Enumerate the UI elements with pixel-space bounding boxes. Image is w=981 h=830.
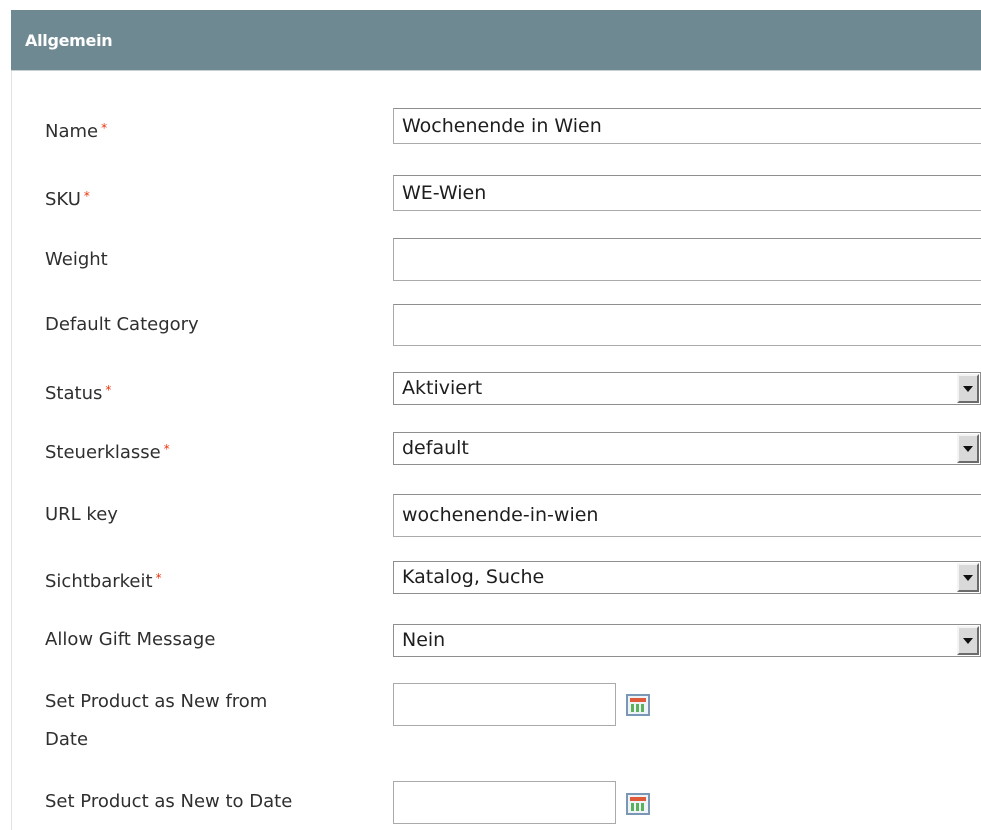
chevron-down-icon[interactable]: [957, 434, 979, 463]
visibility-select[interactable]: Katalog, Suche: [393, 561, 981, 594]
chevron-down-icon[interactable]: [957, 563, 979, 592]
status-label: Status *: [45, 375, 111, 409]
default-category-label-text: Default Category: [45, 314, 199, 335]
required-marker: *: [83, 189, 90, 203]
weight-label-text: Weight: [45, 249, 108, 270]
new-from-label-cont: Date: [45, 725, 88, 755]
weight-input[interactable]: [393, 238, 981, 281]
url-key-label-text: URL key: [45, 504, 118, 525]
calendar-icon[interactable]: [626, 694, 650, 716]
default-category-input[interactable]: [393, 304, 981, 346]
section-title: Allgemein: [25, 31, 113, 50]
visibility-label-text: Sichtbarkeit: [45, 571, 153, 592]
new-from-date-input[interactable]: [393, 683, 616, 726]
tax-class-select-value: default: [402, 437, 469, 459]
weight-label: Weight: [45, 245, 108, 275]
default-category-label: Default Category: [45, 310, 199, 340]
new-from-label-line2: Date: [45, 729, 89, 750]
name-label: Name *: [45, 113, 107, 147]
gift-message-select[interactable]: Nein: [393, 624, 981, 657]
tax-class-label-text: Steuerklasse: [45, 442, 161, 463]
url-key-label: URL key: [45, 500, 118, 530]
gift-message-select-value: Nein: [402, 629, 446, 651]
required-marker: *: [155, 571, 162, 585]
calendar-icon[interactable]: [626, 793, 650, 815]
required-marker: *: [101, 121, 108, 135]
url-key-input[interactable]: wochenende-in-wien: [393, 494, 981, 537]
name-label-text: Name: [45, 121, 99, 142]
new-to-date-input[interactable]: [393, 781, 616, 824]
visibility-label: Sichtbarkeit *: [45, 563, 162, 597]
visibility-select-value: Katalog, Suche: [402, 566, 545, 588]
new-to-label: Set Product as New to Date: [45, 787, 292, 817]
status-label-text: Status: [45, 383, 103, 404]
required-marker: *: [105, 383, 112, 397]
sku-input[interactable]: WE-Wien: [393, 175, 981, 211]
sku-label: SKU *: [45, 181, 90, 215]
sku-label-text: SKU: [45, 189, 81, 210]
required-marker: *: [163, 442, 170, 456]
status-select[interactable]: Aktiviert: [393, 372, 981, 405]
new-from-label: Set Product as New from: [45, 687, 267, 717]
new-to-label-text: Set Product as New to Date: [45, 791, 293, 812]
gift-message-label-text: Allow Gift Message: [45, 629, 216, 650]
chevron-down-icon[interactable]: [957, 374, 979, 403]
section-header: Allgemein: [11, 10, 981, 71]
status-select-value: Aktiviert: [402, 377, 483, 399]
gift-message-label: Allow Gift Message: [45, 625, 215, 655]
new-from-label-line1: Set Product as New from: [45, 691, 268, 712]
tax-class-label: Steuerklasse *: [45, 434, 170, 468]
tax-class-select[interactable]: default: [393, 432, 981, 465]
chevron-down-icon[interactable]: [957, 626, 979, 655]
name-input[interactable]: Wochenende in Wien: [393, 108, 981, 144]
